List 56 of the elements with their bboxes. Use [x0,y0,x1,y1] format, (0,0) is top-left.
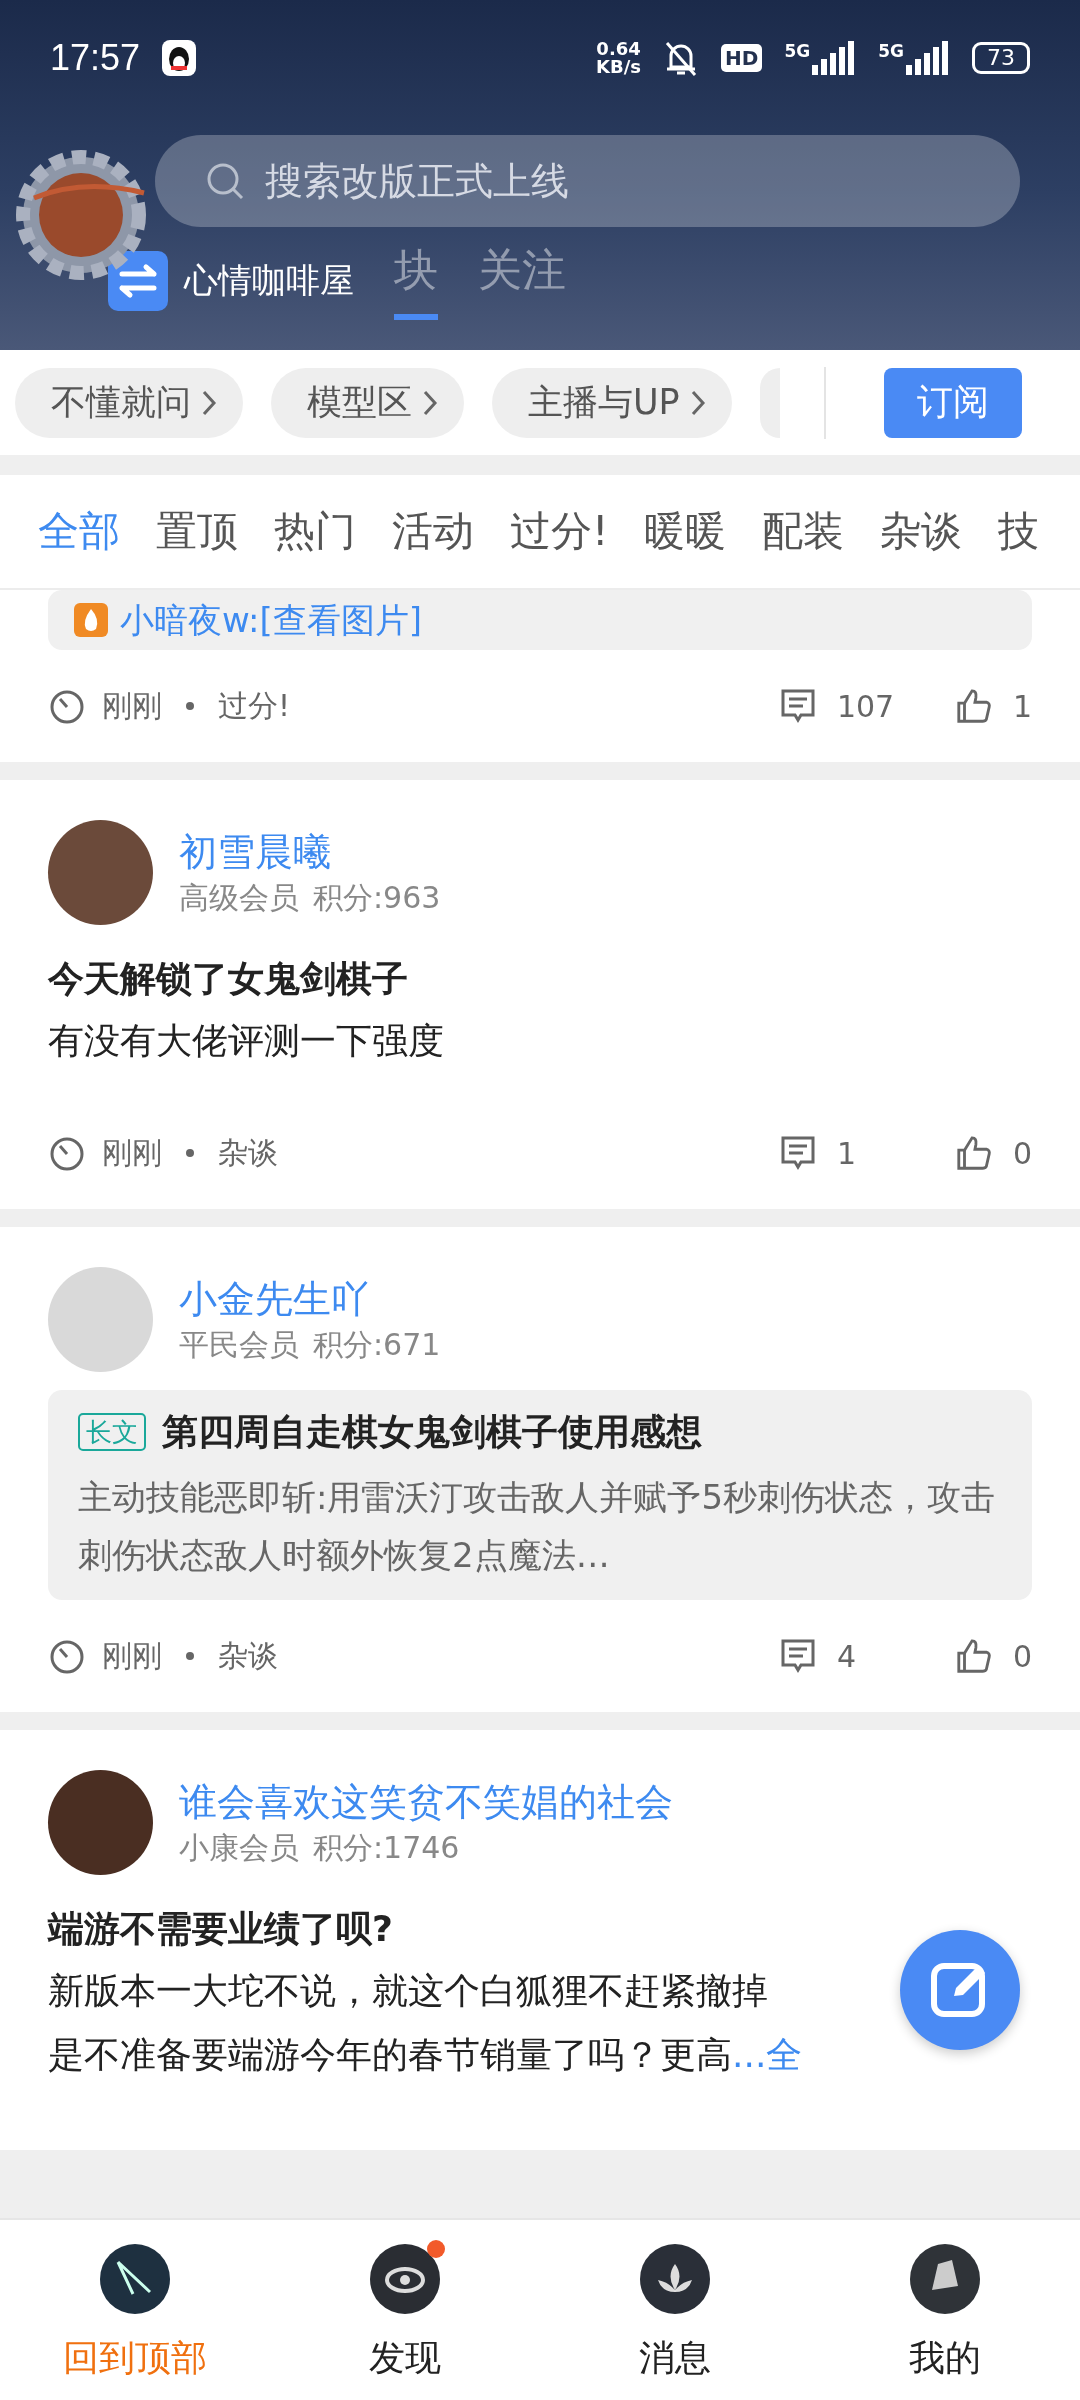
filter-tab[interactable]: 暖暖 [644,504,727,559]
long-article-tag: 长文 [78,1413,146,1451]
post-topic: 杂谈 [218,1636,278,1675]
member-points: 积分:671 [313,1325,441,1364]
post-body-line: 是不准备要端游今年的春节销量了吗？更高...全 [48,2033,803,2077]
post-title: 端游不需要业绩了呗? [48,1907,393,1951]
article-excerpt: 主动技能恶即斩:用雷沃汀攻击敌人并赋予5秒刺伤状态，攻击刺伤状态敌人时额外恢复2点魔法… [78,1476,997,1577]
hd-label: HD [721,43,763,72]
forum-switch-button[interactable]: 心情咖啡屋 [108,250,354,311]
network-speed-unit: KB/s [596,57,642,76]
network-speed-value: 0.64 [596,39,641,58]
like-count: 0 [1012,1135,1032,1171]
battery-level: 73 [972,41,1030,74]
nav-item[interactable]: 发现 [270,2220,540,2400]
category-chip[interactable]: 不懂就问 [15,367,243,438]
post-time: 刚刚 [102,1133,162,1172]
filter-tab[interactable]: 热门 [274,504,356,559]
category-chip[interactable]: 主播与UP [492,367,732,438]
quoted-article-box[interactable]: 长文 第四周自走棋女鬼剑棋子使用感想 主动技能恶即斩:用雷沃汀攻击敌人并赋予5秒刺伤状态，攻击刺伤状态敌人时额外恢复2点魔法… [48,1390,1032,1600]
status-time: 17:57 [50,36,141,79]
nav-item[interactable]: 消息 [540,2220,810,2400]
filter-tab[interactable]: 技 [998,504,1040,559]
nav-item[interactable]: 我的 [810,2220,1080,2400]
post-card[interactable]: 小暗夜w:[查看图片] 刚刚 过分! 107 1 [0,590,1080,762]
member-points: 积分:1746 [313,1828,460,1867]
member-rank: 高级会员 [179,878,299,917]
comment-count: 1 [836,1135,856,1171]
post-body-line: 新版本一大坨不说，就这个白狐狸不赶紧撤掉 [48,1969,768,2013]
comment-count: 107 [836,688,895,724]
member-rank: 平民会员 [179,1325,299,1364]
post-topic: 杂谈 [218,1133,278,1172]
network-type-label: 5G [878,40,904,61]
filter-tab[interactable]: 配装 [762,504,845,559]
article-title: 第四周自走棋女鬼剑棋子使用感想 [162,1410,702,1454]
filter-tab[interactable]: 杂谈 [880,504,963,559]
post-body: 有没有大佬评测一下强度 [48,1019,445,1063]
search-input[interactable]: 搜索改版正式上线 [263,158,863,204]
member-points: 积分:963 [313,878,441,917]
filter-tab[interactable]: 过分! [510,504,609,559]
comment-count: 4 [836,1638,856,1674]
post-card[interactable]: 初雪晨曦 高级会员 积分:963 今天解锁了女鬼剑棋子 有没有大佬评测一下强度 刚刚 杂谈 1 0 [0,780,1080,1209]
post-time: 刚刚 [102,686,162,725]
like-count: 1 [1012,688,1032,724]
post-card[interactable]: 谁会喜欢这笑贫不笑娼的社会 小康会员 积分:1746 端游不需要业绩了呗? 新版本一大坨不说，就这个白狐狸不赶紧撤掉 是不准备要端游今年的春节销量了吗？更高...全 [0,1730,1080,2150]
network-type-label: 5G [784,40,811,61]
filter-tab[interactable]: 置顶 [156,504,238,559]
like-count: 0 [1012,1638,1032,1674]
filter-tab[interactable]: 活动 [392,504,474,559]
category-chip[interactable]: 模型区 [271,367,464,438]
post-topic: 过分! [218,686,291,725]
post-title: 今天解锁了女鬼剑棋子 [48,957,408,1001]
search-field[interactable]: 搜索改版正式上线 [155,135,1020,227]
member-rank: 小康会员 [179,1828,299,1867]
post-card[interactable]: 小金先生吖 平民会员 积分:671 长文 第四周自走棋女鬼剑棋子使用感想 主动技能恶即斩:用雷沃汀攻击敌人并赋予5秒刺伤状态，攻击刺伤状态敌人时额外恢复2点魔法… 刚刚 杂谈 4 0 [0,1227,1080,1712]
reply-text: 小暗夜w:[查看图片] [120,600,422,640]
post-time: 刚刚 [102,1636,162,1675]
